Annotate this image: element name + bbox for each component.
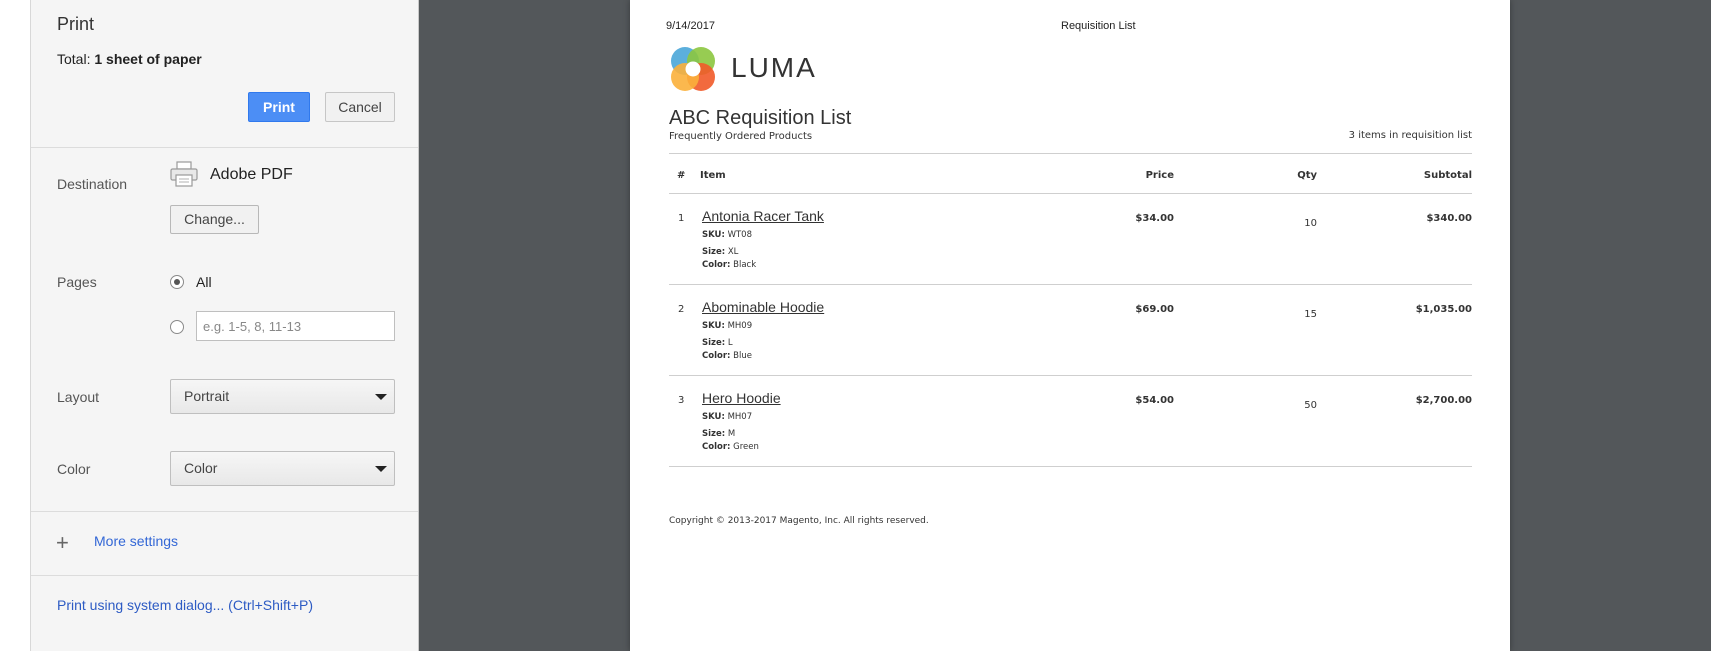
divider (31, 511, 418, 512)
system-dialog-link[interactable]: Print using system dialog... (Ctrl+Shift… (57, 597, 313, 613)
item-size: Size: M (702, 429, 736, 439)
item-subtotal: $1,035.00 (1415, 304, 1472, 315)
item-qty: 15 (1304, 309, 1317, 320)
col-header-item: Item (700, 170, 726, 181)
pages-range-input[interactable] (196, 311, 395, 341)
pages-all-label: All (196, 274, 212, 290)
requisition-list-title: ABC Requisition List (669, 107, 852, 129)
color-value: Color (184, 460, 218, 476)
items-count: 3 items in requisition list (1348, 130, 1472, 141)
divider (669, 153, 1472, 154)
requisition-list-subtitle: Frequently Ordered Products (669, 131, 813, 142)
color-select[interactable]: Color (170, 451, 395, 486)
row-number: 3 (678, 395, 685, 406)
luma-logo-icon (671, 47, 715, 91)
item-size: Size: XL (702, 247, 739, 257)
panel-title: Print (57, 14, 95, 34)
plus-icon[interactable]: + (56, 532, 69, 554)
item-sku: SKU: MH09 (702, 321, 753, 331)
item-price: $34.00 (1135, 213, 1174, 224)
preview-page: 9/14/2017 Requisition List LUMA ABC Requ… (630, 0, 1510, 651)
more-settings-link[interactable]: More settings (94, 533, 178, 549)
print-button[interactable]: Print (248, 92, 310, 122)
row-number: 1 (678, 213, 685, 224)
item-name-link[interactable]: Hero Hoodie (702, 390, 781, 406)
cancel-button[interactable]: Cancel (325, 92, 395, 122)
layout-select[interactable]: Portrait (170, 379, 395, 414)
item-qty: 10 (1304, 218, 1317, 229)
divider (669, 466, 1472, 467)
item-sku: SKU: MH07 (702, 412, 753, 422)
item-color: Color: Black (702, 260, 757, 270)
total-label: Total: (57, 51, 91, 67)
dropdown-arrow-icon (375, 466, 387, 472)
copyright-text: Copyright © 2013-2017 Magento, Inc. All … (669, 516, 929, 526)
item-qty: 50 (1304, 400, 1317, 411)
logo-text: LUMA (731, 52, 817, 83)
dropdown-arrow-icon (375, 394, 387, 400)
item-sku: SKU: WT08 (702, 230, 752, 240)
row-number: 2 (678, 304, 685, 315)
total-value: 1 sheet of paper (94, 51, 202, 67)
item-subtotal: $2,700.00 (1415, 395, 1472, 406)
color-label: Color (57, 461, 91, 477)
divider (669, 284, 1472, 285)
change-destination-button[interactable]: Change... (170, 205, 259, 234)
item-color: Color: Green (702, 442, 759, 452)
divider (31, 147, 418, 148)
item-price: $54.00 (1135, 395, 1174, 406)
page-header-title: Requisition List (1061, 20, 1136, 32)
col-header-subtotal: Subtotal (1423, 170, 1472, 181)
destination-value: Adobe PDF (210, 166, 293, 183)
sheet-total: Total: 1 sheet of paper (57, 51, 202, 67)
col-header-price: Price (1145, 170, 1174, 181)
pages-label: Pages (57, 274, 97, 290)
divider (669, 375, 1472, 376)
destination-label: Destination (57, 176, 128, 192)
col-header-num: # (677, 170, 686, 181)
printer-icon (170, 161, 198, 187)
divider (669, 193, 1472, 194)
page-date: 9/14/2017 (666, 20, 715, 32)
layout-label: Layout (57, 389, 100, 405)
pages-all-radio[interactable] (170, 275, 184, 289)
col-header-qty: Qty (1297, 170, 1317, 181)
item-price: $69.00 (1135, 304, 1174, 315)
item-subtotal: $340.00 (1426, 213, 1472, 224)
divider (31, 575, 418, 576)
item-color: Color: Blue (702, 351, 752, 361)
print-settings-panel: Print Total: 1 sheet of paper Print Canc… (30, 0, 419, 651)
pages-custom-radio[interactable] (170, 320, 184, 334)
item-size: Size: L (702, 338, 733, 348)
item-name-link[interactable]: Antonia Racer Tank (702, 208, 824, 224)
item-name-link[interactable]: Abominable Hoodie (702, 299, 824, 315)
layout-value: Portrait (184, 388, 230, 404)
